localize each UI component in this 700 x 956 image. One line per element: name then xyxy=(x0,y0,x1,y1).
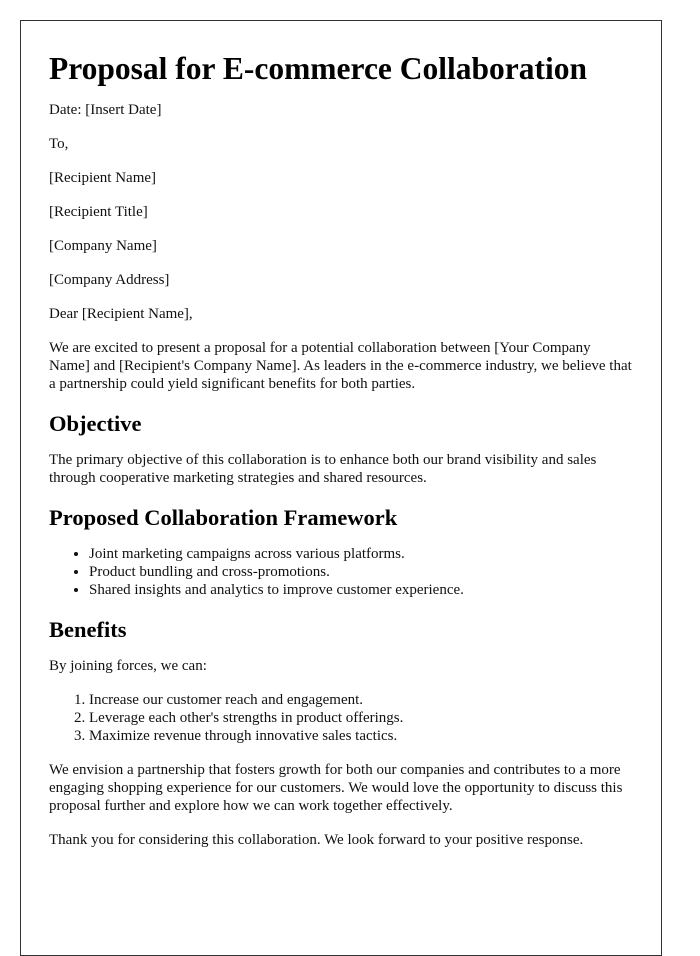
list-item: Increase our customer reach and engageme… xyxy=(89,691,633,709)
letter-container: Proposal for E-commerce Collaboration Da… xyxy=(20,20,662,956)
intro-paragraph: We are excited to present a proposal for… xyxy=(49,340,632,392)
section-heading-benefits: Benefits xyxy=(49,617,127,642)
to-line: To, xyxy=(49,136,69,152)
list-item: Maximize revenue through innovative sale… xyxy=(89,727,633,745)
list-item: Leverage each other's strengths in produ… xyxy=(89,709,633,727)
framework-list: Joint marketing campaigns across various… xyxy=(49,545,633,599)
date-line: Date: [Insert Date] xyxy=(49,102,162,118)
list-item: Joint marketing campaigns across various… xyxy=(89,545,633,563)
benefits-intro: By joining forces, we can: xyxy=(49,658,207,674)
thank-you-paragraph: Thank you for considering this collabora… xyxy=(49,832,584,848)
recipient-title: [Recipient Title] xyxy=(49,204,148,220)
salutation: Dear [Recipient Name], xyxy=(49,306,193,322)
section-heading-framework: Proposed Collaboration Framework xyxy=(49,505,398,530)
list-item: Product bundling and cross-promotions. xyxy=(89,563,633,581)
section-heading-objective: Objective xyxy=(49,411,142,436)
company-address: [Company Address] xyxy=(49,272,170,288)
company-name: [Company Name] xyxy=(49,238,157,254)
recipient-name: [Recipient Name] xyxy=(49,170,157,186)
benefits-list: Increase our customer reach and engageme… xyxy=(49,691,633,745)
document-title: Proposal for E-commerce Collaboration xyxy=(49,51,588,86)
vision-paragraph: We envision a partnership that fosters g… xyxy=(49,762,623,814)
list-item: Shared insights and analytics to improve… xyxy=(89,581,633,599)
objective-paragraph: The primary objective of this collaborat… xyxy=(49,452,597,486)
